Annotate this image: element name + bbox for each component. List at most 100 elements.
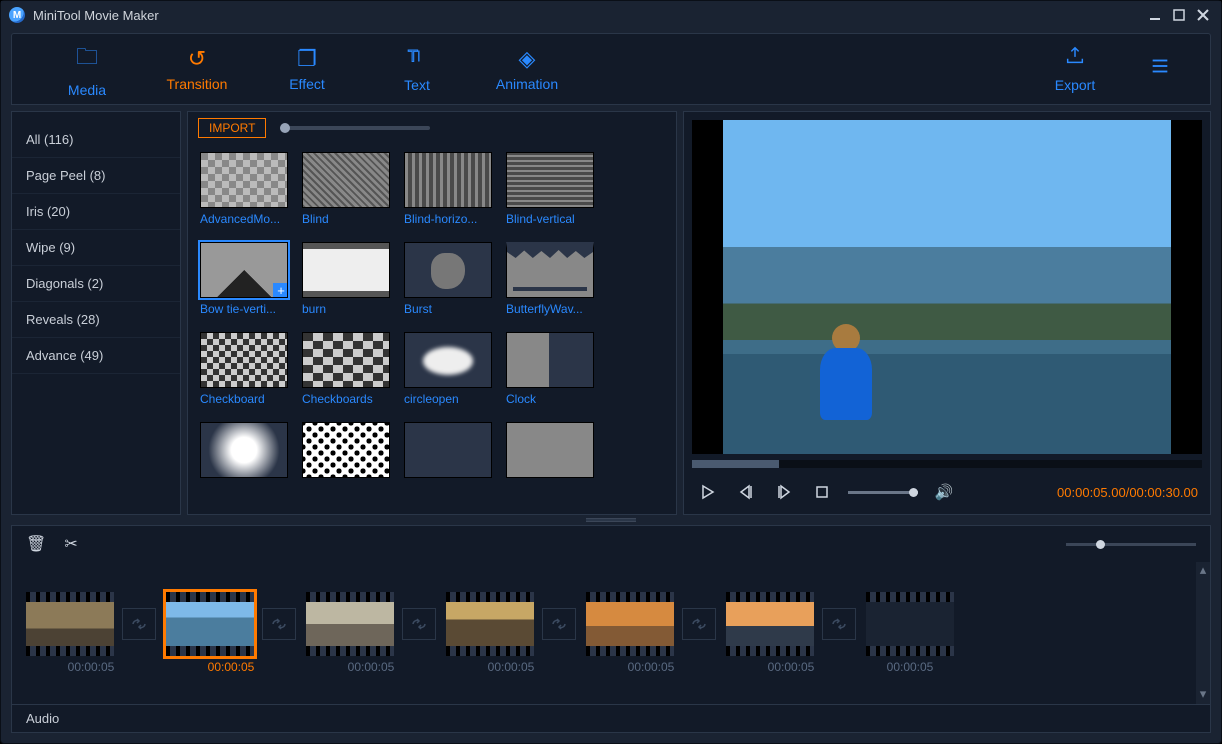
gallery-toolbar: IMPORT [188, 112, 676, 144]
clip-duration: 00:00:05 [208, 660, 255, 674]
delete-button[interactable]: 🗑 [26, 534, 46, 554]
preview-viewport[interactable] [692, 120, 1202, 454]
clip-duration: 00:00:05 [488, 660, 535, 674]
clip-duration: 00:00:05 [628, 660, 675, 674]
main-content: All (116) Page Peel (8) Iris (20) Wipe (… [1, 105, 1221, 515]
transition-slot[interactable] [542, 608, 576, 640]
category-item[interactable]: Advance (49) [12, 338, 180, 374]
timeline-zoom-slider[interactable] [1066, 543, 1196, 546]
transition-label: Checkboards [302, 392, 390, 406]
volume-button[interactable]: 🔊 [932, 480, 956, 504]
transition-label: burn [302, 302, 390, 316]
category-item[interactable]: Iris (20) [12, 194, 180, 230]
tab-media[interactable]: 🗀 Media [32, 34, 142, 104]
transition-item[interactable]: Blind-vertical [506, 152, 600, 226]
next-frame-button[interactable] [772, 480, 796, 504]
maximize-button[interactable] [1169, 5, 1189, 25]
import-button[interactable]: IMPORT [198, 118, 266, 138]
tab-transition[interactable]: ↺ Transition [142, 34, 252, 104]
transition-thumb [506, 242, 594, 298]
transition-thumb [200, 422, 288, 478]
transition-label: Burst [404, 302, 492, 316]
volume-slider[interactable] [848, 491, 918, 494]
transition-item[interactable]: ButterflyWav... [506, 242, 600, 316]
prev-frame-button[interactable] [734, 480, 758, 504]
clip-duration: 00:00:05 [348, 660, 395, 674]
hamburger-menu-button[interactable] [1130, 34, 1190, 104]
clip-duration: 00:00:05 [768, 660, 815, 674]
timeline-clip[interactable] [726, 592, 814, 656]
preview-progress-bar[interactable] [692, 460, 1202, 468]
clip-duration: 00:00:05 [887, 660, 934, 674]
svg-text:T: T [408, 48, 418, 66]
timeline-clip[interactable] [866, 592, 954, 656]
timeline-clip[interactable] [586, 592, 674, 656]
play-button[interactable] [696, 480, 720, 504]
transition-slot[interactable] [682, 608, 716, 640]
transition-item[interactable] [302, 422, 396, 482]
transition-slot[interactable] [122, 608, 156, 640]
app-window: M MiniTool Movie Maker 🗀 Media ↺ Transit… [0, 0, 1222, 744]
clip-group: 00:00:05 [726, 592, 856, 674]
transition-item[interactable]: Checkboard [200, 332, 294, 406]
category-item[interactable]: Reveals (28) [12, 302, 180, 338]
tab-animation-label: Animation [496, 76, 558, 92]
transition-thumb [200, 242, 288, 298]
diamond-icon: ◈ [519, 46, 536, 72]
category-item[interactable]: Page Peel (8) [12, 158, 180, 194]
tab-media-label: Media [68, 82, 106, 98]
timeline-clip[interactable] [166, 592, 254, 656]
transition-item[interactable] [200, 422, 294, 482]
split-button[interactable]: ✂ [64, 534, 77, 554]
transitions-gallery[interactable]: AdvancedMo... BlindBlind-horizo...Blind-v… [188, 144, 676, 514]
transition-thumb [506, 332, 594, 388]
transition-item[interactable]: Blind [302, 152, 396, 226]
audio-track-label: Audio [12, 704, 1210, 732]
category-item[interactable]: All (116) [12, 122, 180, 158]
transition-item[interactable]: Burst [404, 242, 498, 316]
timeline-scrollbar[interactable]: ▴ ▾ [1196, 562, 1210, 704]
tab-effect[interactable]: ❐ Effect [252, 34, 362, 104]
preview-timecode: 00:00:05.00/00:00:30.00 [1057, 485, 1198, 500]
transition-item[interactable]: Bow tie-verti... [200, 242, 294, 316]
stop-button[interactable] [810, 480, 834, 504]
transition-label: ButterflyWav... [506, 302, 594, 316]
category-item[interactable]: Wipe (9) [12, 230, 180, 266]
transition-item[interactable] [404, 422, 498, 482]
panel-resize-grip[interactable] [1, 515, 1221, 525]
timeline-panel: 🗑 ✂ 00:00:0500:00:0500:00:0500:00:0500:0… [11, 525, 1211, 733]
main-toolbar: 🗀 Media ↺ Transition ❐ Effect T Text ◈ A… [11, 33, 1211, 105]
transition-slot[interactable] [402, 608, 436, 640]
minimize-button[interactable] [1145, 5, 1165, 25]
export-button[interactable]: Export [1020, 34, 1130, 104]
timeline-clip[interactable] [446, 592, 534, 656]
tab-animation[interactable]: ◈ Animation [472, 34, 582, 104]
transition-slot[interactable] [822, 608, 856, 640]
transition-item[interactable]: burn [302, 242, 396, 316]
timeline-track[interactable]: 00:00:05 00:00:05 00:00:05 00:00:05 00:00:05… [12, 562, 1196, 704]
transition-thumb [506, 152, 594, 208]
gallery-zoom-slider[interactable] [280, 126, 430, 130]
transition-label: AdvancedMo... [200, 212, 288, 226]
transition-slot[interactable] [262, 608, 296, 640]
scroll-down-icon[interactable]: ▾ [1196, 686, 1210, 704]
clip-duration: 00:00:05 [68, 660, 115, 674]
transition-thumb [200, 332, 288, 388]
category-sidebar: All (116) Page Peel (8) Iris (20) Wipe (… [11, 111, 181, 515]
transition-item[interactable]: Blind-horizo... [404, 152, 498, 226]
transition-item[interactable]: Checkboards [302, 332, 396, 406]
scroll-up-icon[interactable]: ▴ [1196, 562, 1210, 580]
timeline-clip[interactable] [26, 592, 114, 656]
category-item[interactable]: Diagonals (2) [12, 266, 180, 302]
transition-item[interactable] [506, 422, 600, 482]
transition-item[interactable]: circleopen [404, 332, 498, 406]
text-icon: T [406, 45, 428, 73]
transition-item[interactable]: AdvancedMo... [200, 152, 294, 226]
tab-text[interactable]: T Text [362, 34, 472, 104]
close-button[interactable] [1193, 5, 1213, 25]
preview-panel: 🔊 00:00:05.00/00:00:30.00 [683, 111, 1211, 515]
transition-thumb [506, 422, 594, 478]
transition-item[interactable]: Clock [506, 332, 600, 406]
transition-thumb [302, 332, 390, 388]
timeline-clip[interactable] [306, 592, 394, 656]
